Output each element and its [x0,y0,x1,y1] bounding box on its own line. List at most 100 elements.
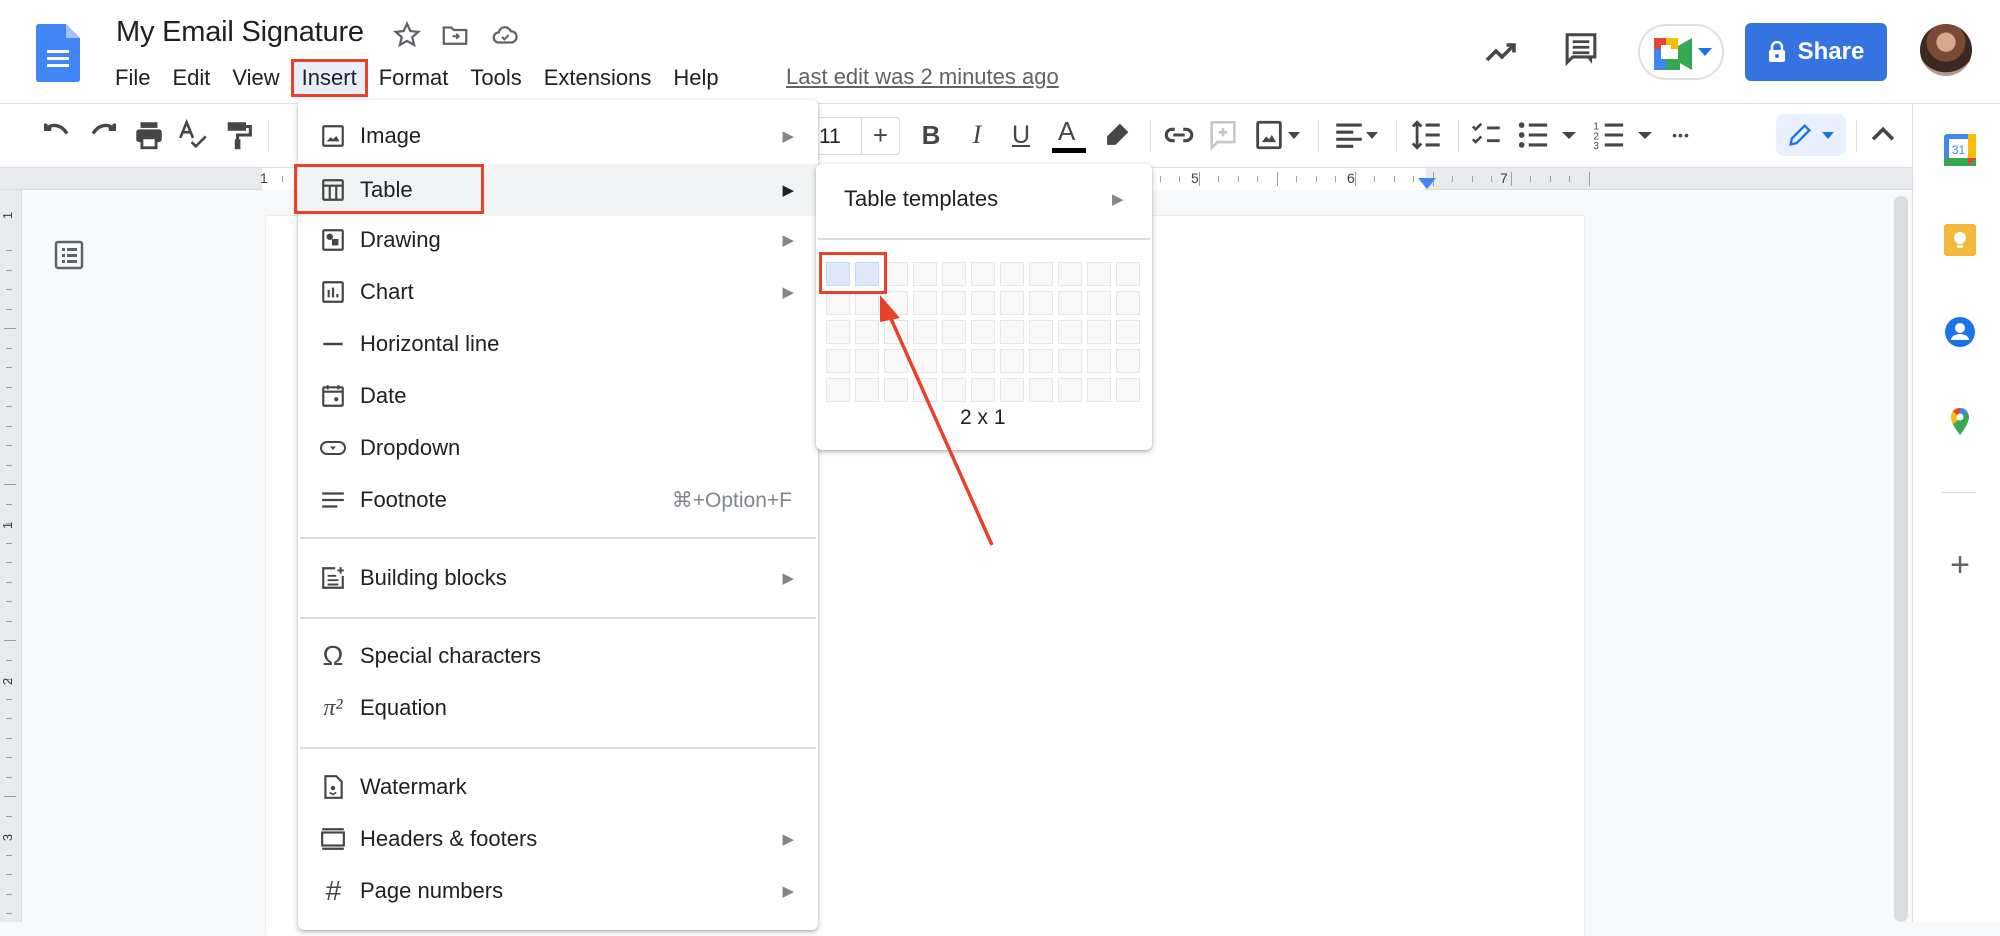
grid-cell[interactable] [913,320,937,344]
menu-edit[interactable]: Edit [161,59,221,97]
move-to-folder-icon[interactable] [440,20,470,50]
maps-icon[interactable] [1944,406,1976,438]
grid-cell[interactable] [826,291,850,315]
grid-cell[interactable] [971,378,995,402]
grid-cell[interactable] [1087,291,1111,315]
menu-item-image[interactable]: Image ▶ [298,110,818,162]
grid-cell[interactable] [1058,378,1082,402]
underline-button[interactable]: U [1004,118,1038,152]
grid-cell[interactable] [884,262,908,286]
vertical-scrollbar[interactable] [1894,196,1908,922]
link-icon[interactable] [1162,118,1196,152]
grid-cell[interactable] [1000,349,1024,373]
grid-cell[interactable] [1000,378,1024,402]
grid-cell[interactable] [1000,262,1024,286]
text-color-button[interactable]: A [1050,116,1088,156]
document-outline-icon[interactable] [54,240,84,270]
document-title[interactable]: My Email Signature [116,16,364,49]
grid-cell[interactable] [1116,291,1140,315]
grid-cell[interactable] [1058,262,1082,286]
grid-cell[interactable] [1029,291,1053,315]
grid-cell[interactable] [1029,349,1053,373]
paint-format-icon[interactable] [222,118,256,152]
grid-cell[interactable] [1116,320,1140,344]
menu-file[interactable]: File [104,59,161,97]
font-size-field[interactable]: 11 + [812,117,900,155]
align-icon[interactable] [1332,118,1366,152]
numbered-list-icon[interactable]: 123 [1592,118,1626,152]
star-icon[interactable] [392,20,422,50]
font-size-increase-button[interactable]: + [862,118,899,154]
menu-help[interactable]: Help [662,59,729,97]
spellcheck-icon[interactable] [176,118,210,152]
activity-trend-icon[interactable] [1484,36,1520,66]
grid-cell[interactable] [942,349,966,373]
grid-cell[interactable] [1000,291,1024,315]
grid-cell[interactable] [1087,262,1111,286]
align-dropdown-icon[interactable] [1366,132,1378,139]
grid-cell[interactable] [971,262,995,286]
contacts-icon[interactable] [1944,316,1976,348]
grid-cell[interactable] [942,291,966,315]
grid-cell[interactable] [826,378,850,402]
more-options-button[interactable]: ••• [1664,118,1698,152]
grid-cell[interactable] [855,320,879,344]
share-button[interactable]: Share [1745,23,1887,81]
grid-cell[interactable] [855,291,879,315]
grid-cell[interactable] [855,378,879,402]
bullet-dropdown-icon[interactable] [1562,132,1576,139]
table-templates-item[interactable]: Table templates [844,186,998,212]
docs-logo-icon[interactable] [36,24,80,82]
grid-cell[interactable] [913,291,937,315]
redo-icon[interactable] [86,118,120,152]
insert-image-icon[interactable] [1252,118,1286,152]
menu-tools[interactable]: Tools [459,59,532,97]
bold-button[interactable]: B [914,118,948,152]
grid-cell[interactable] [1058,349,1082,373]
editing-mode-button[interactable] [1776,114,1846,156]
menu-item-chart[interactable]: Chart ▶ [298,266,818,318]
collapse-chevron-up-icon[interactable] [1866,118,1900,152]
grid-cell[interactable] [884,291,908,315]
right-indent-marker[interactable] [1418,178,1436,189]
undo-icon[interactable] [40,118,74,152]
line-spacing-icon[interactable] [1410,118,1444,152]
menu-item-building-blocks[interactable]: Building blocks ▶ [298,552,818,604]
highlight-icon[interactable] [1100,118,1134,152]
grid-cell[interactable] [826,349,850,373]
menu-extensions[interactable]: Extensions [533,59,663,97]
numbered-dropdown-icon[interactable] [1638,132,1652,139]
grid-cell[interactable] [1116,262,1140,286]
menu-view[interactable]: View [221,59,290,97]
add-addon-button[interactable]: + [1944,548,1976,582]
font-size-value[interactable]: 11 [813,118,862,154]
meet-button[interactable] [1638,24,1724,80]
menu-insert[interactable]: Insert [290,59,368,97]
menu-item-headers-footers[interactable]: Headers & footers ▶ [298,813,818,865]
grid-cell[interactable] [942,378,966,402]
cloud-saved-icon[interactable] [490,20,520,50]
grid-cell[interactable] [884,349,908,373]
menu-item-footnote[interactable]: Footnote ⌘+Option+F [298,474,818,526]
menu-item-special-characters[interactable]: Ω Special characters [298,630,818,682]
menu-item-horizontal-line[interactable]: Horizontal line [298,318,818,370]
menu-item-page-numbers[interactable]: # Page numbers ▶ [298,865,818,917]
grid-cell[interactable] [1116,349,1140,373]
grid-cell[interactable] [1029,262,1053,286]
grid-cell[interactable] [913,349,937,373]
grid-cell[interactable] [826,320,850,344]
menu-item-date[interactable]: Date [298,370,818,422]
keep-icon[interactable] [1944,224,1976,256]
add-comment-icon[interactable] [1206,118,1240,152]
grid-cell[interactable] [855,349,879,373]
menu-item-drawing[interactable]: Drawing ▶ [298,214,818,266]
checklist-icon[interactable] [1470,118,1504,152]
image-dropdown-icon[interactable] [1288,132,1300,139]
grid-cell[interactable] [1029,378,1053,402]
grid-cell[interactable] [1029,320,1053,344]
bulleted-list-icon[interactable] [1516,118,1550,152]
grid-cell[interactable] [971,349,995,373]
grid-cell[interactable] [942,262,966,286]
grid-cell[interactable] [942,320,966,344]
comments-icon[interactable] [1564,32,1598,68]
